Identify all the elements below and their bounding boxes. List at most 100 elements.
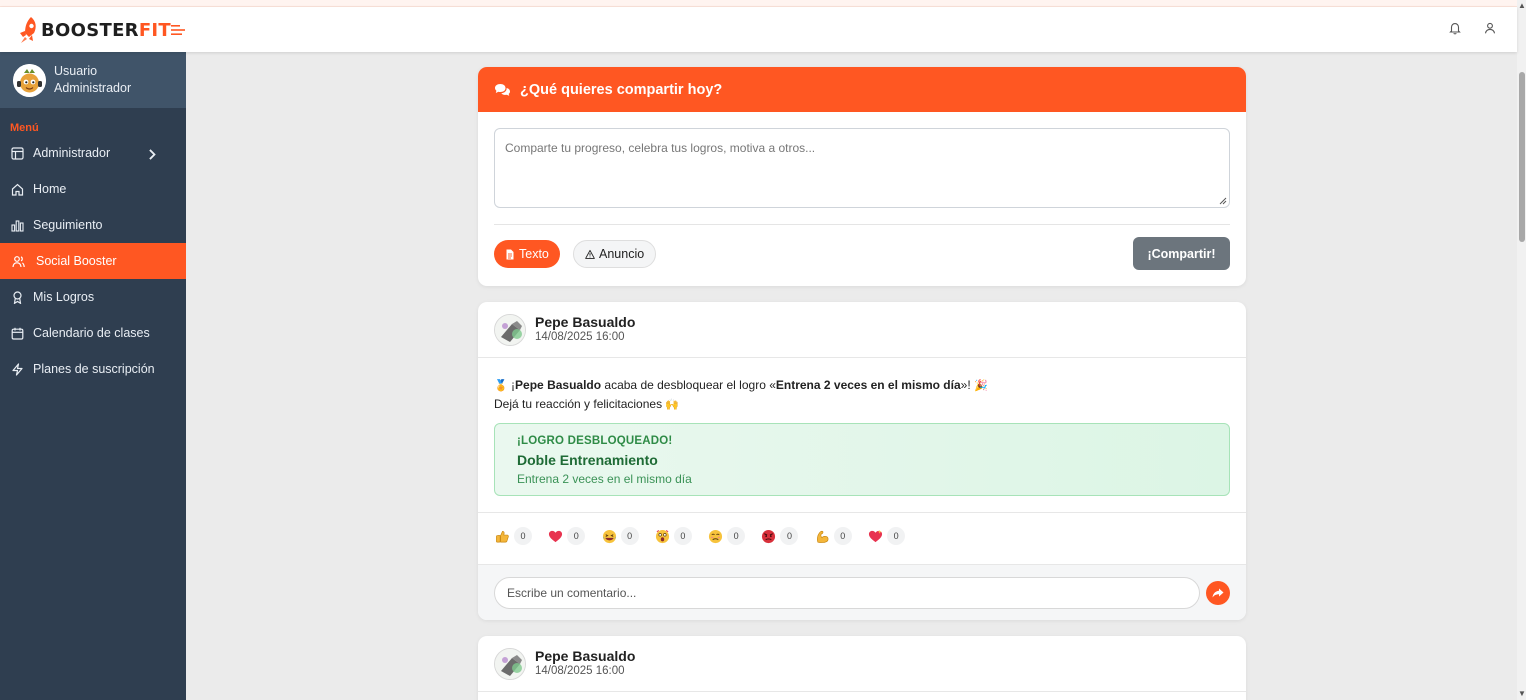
home-icon (11, 183, 24, 196)
reactions-divider (478, 512, 1246, 513)
sidebar-item-label: Social Booster (36, 254, 117, 268)
sidebar-item-administrador[interactable]: Administrador (0, 135, 186, 171)
sidebar-item-seguimiento[interactable]: Seguimiento (0, 207, 186, 243)
share-button[interactable]: ¡Compartir! (1133, 237, 1230, 270)
post-text-line2: Dejá tu reacción y felicitaciones (494, 397, 666, 411)
reaction-count: 0 (887, 527, 906, 545)
reaction-count: 0 (514, 527, 532, 545)
post-text-middle: acaba de desbloquear el logro « (601, 378, 776, 392)
post-type-texto-button[interactable]: Texto (494, 240, 560, 268)
reaction-count: 0 (673, 527, 692, 545)
sidebar-item-label: Home (33, 182, 67, 196)
post-author[interactable]: Pepe Basualdo (535, 314, 635, 330)
sidebar-item-label: Mis Logros (33, 290, 95, 304)
layout-icon (11, 146, 24, 160)
sidebar-item-label: Planes de suscripción (33, 362, 155, 376)
sad-face-icon (707, 528, 724, 545)
sidebar-item-label: Administrador (33, 146, 111, 160)
achievement-description: Entrena 2 veces en el mismo día (517, 472, 692, 486)
party-popper-icon: 🎉 (973, 379, 988, 392)
top-navbar: BOOSTERFIT (0, 7, 1517, 52)
reactions-bar: 0 0 0 0 0 0 0 0 (494, 527, 920, 545)
heart-icon (547, 528, 564, 545)
sidebar: Usuario Administrador Menú Administrador… (0, 52, 186, 700)
scroll-up-arrow-icon[interactable]: ▲ (1518, 2, 1526, 10)
post-body: 🏅 ¡Pepe Basualdo acaba de desbloquear el… (494, 376, 988, 414)
raised-hands-icon: 🙌 (665, 398, 680, 411)
post-timestamp: 14/08/2025 16:00 (535, 331, 625, 343)
thumbs-up-icon (494, 528, 511, 545)
brand-name-part1: BOOSTER (41, 19, 139, 41)
compose-textarea[interactable] (494, 128, 1230, 208)
bar-chart-icon (11, 219, 24, 232)
post-header: Pepe Basualdo 14/08/2025 16:00 (478, 302, 1246, 358)
sidebar-item-social-booster[interactable]: Social Booster (0, 243, 186, 279)
medal-icon: 🏅 (494, 379, 508, 392)
compose-title: ¿Qué quieres compartir hoy? (520, 81, 723, 98)
calendar-icon (11, 327, 24, 340)
reaction-heart[interactable]: 0 (547, 527, 600, 545)
sidebar-item-home[interactable]: Home (0, 171, 186, 207)
document-icon (506, 249, 514, 259)
feed-post: Pepe Basualdo 14/08/2025 16:00 (478, 636, 1246, 700)
surprised-face-icon (654, 528, 671, 545)
avatar (13, 63, 46, 97)
scroll-down-arrow-icon[interactable]: ▼ (1518, 690, 1526, 698)
post-text-achievement: Entrena 2 veces en el mismo día (775, 378, 961, 392)
reaction-sad[interactable]: 0 (707, 527, 760, 545)
reaction-count: 0 (780, 527, 799, 545)
lightning-icon (12, 362, 23, 376)
brand-name: BOOSTERFIT (41, 20, 171, 41)
reaction-strong[interactable]: 0 (814, 527, 867, 545)
sidebar-user-panel[interactable]: Usuario Administrador (0, 52, 186, 108)
post-text-end: »! (960, 378, 974, 392)
chat-bubbles-icon (495, 83, 510, 96)
compose-header: ¿Qué quieres compartir hoy? (478, 67, 1246, 112)
sidebar-item-label: Seguimiento (33, 218, 103, 232)
reaction-thumbs-up[interactable]: 0 (494, 527, 547, 545)
user-icon[interactable] (1483, 21, 1497, 35)
flexed-biceps-icon (814, 528, 831, 545)
achievement-title: Doble Entrenamiento (517, 452, 658, 468)
menu-lines-icon[interactable] (171, 23, 186, 37)
bell-icon[interactable] (1448, 21, 1462, 35)
post-type-anuncio-button[interactable]: Anuncio (573, 240, 657, 268)
mascot-avatar-icon (13, 63, 46, 97)
users-icon (12, 255, 25, 267)
avatar[interactable] (494, 648, 526, 680)
sidebar-user-name: Usuario Administrador (54, 63, 131, 97)
sidebar-item-label: Calendario de clases (33, 326, 150, 340)
sidebar-user-line1: Usuario (54, 64, 98, 78)
resize-grip-icon[interactable] (1219, 197, 1227, 205)
sidebar-user-line2: Administrador (54, 81, 132, 95)
sidebar-item-planes[interactable]: Planes de suscripción (0, 351, 186, 387)
reaction-wow[interactable]: 0 (654, 527, 707, 545)
compose-divider (494, 224, 1230, 225)
send-comment-button[interactable] (1206, 581, 1230, 605)
achievement-banner: ¡LOGRO DESBLOQUEADO! Doble Entrenamiento… (494, 423, 1230, 496)
sparkling-heart-icon (867, 528, 884, 545)
sidebar-item-calendario[interactable]: Calendario de clases (0, 315, 186, 351)
laughing-face-icon (601, 528, 618, 545)
avatar[interactable] (494, 314, 526, 346)
reaction-count: 0 (833, 527, 852, 545)
top-accent-strip (0, 0, 1517, 7)
reaction-count: 0 (727, 527, 746, 545)
comment-area (478, 564, 1246, 620)
angry-face-icon (760, 528, 777, 545)
reaction-love[interactable]: 0 (867, 527, 920, 545)
post-author[interactable]: Pepe Basualdo (535, 648, 635, 664)
reaction-angry[interactable]: 0 (760, 527, 813, 545)
brand-logo[interactable]: BOOSTERFIT (17, 16, 171, 44)
achievement-label: ¡LOGRO DESBLOQUEADO! (517, 435, 673, 447)
reaction-count: 0 (567, 527, 586, 545)
reaction-laugh[interactable]: 0 (601, 527, 654, 545)
comment-input[interactable] (494, 577, 1200, 609)
profile-photo-icon (495, 315, 525, 345)
award-icon (13, 290, 22, 304)
feed-post: Pepe Basualdo 14/08/2025 16:00 🏅 ¡Pepe B… (478, 302, 1246, 620)
share-arrow-icon (1212, 588, 1224, 598)
scrollbar-thumb[interactable] (1519, 72, 1525, 242)
post-text-author: Pepe Basualdo (515, 378, 602, 392)
sidebar-item-mis-logros[interactable]: Mis Logros (0, 279, 186, 315)
